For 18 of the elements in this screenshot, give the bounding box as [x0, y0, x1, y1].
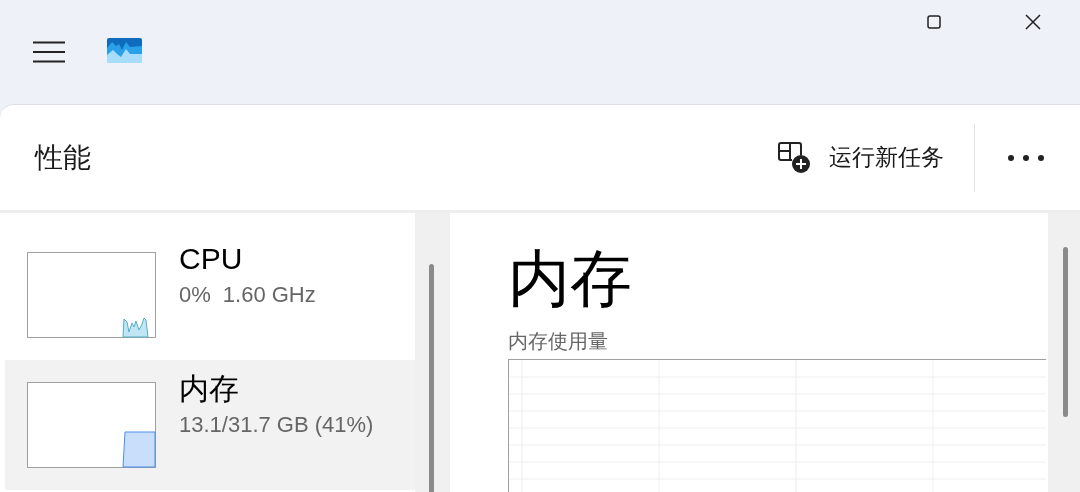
item-detail: 1.60 GHz — [222, 281, 316, 309]
app-icon — [107, 37, 142, 63]
more-icon — [1008, 154, 1044, 161]
maximize-icon[interactable] — [927, 15, 941, 29]
run-task-button[interactable]: 运行新任务 — [770, 133, 952, 182]
item-detail: 13.1/31.7 GB (41%) — [179, 411, 374, 439]
item-detail: 0% — [179, 281, 211, 309]
sidebar-scrollbar[interactable] — [415, 213, 450, 492]
sidebar-item[interactable]: 内存 13.1/31.7 GB (41%) — [5, 360, 415, 490]
chart-label: 内存使用量 — [508, 329, 609, 354]
item-name: 内存 — [179, 371, 240, 407]
menu-icon — [33, 41, 65, 63]
main-scrollbar[interactable] — [1048, 213, 1080, 492]
new-task-icon — [778, 141, 811, 174]
page-title: 性能 — [35, 140, 91, 175]
section-title: 内存 — [508, 243, 633, 315]
item-name: CPU — [179, 241, 244, 277]
close-icon[interactable] — [1025, 14, 1041, 30]
